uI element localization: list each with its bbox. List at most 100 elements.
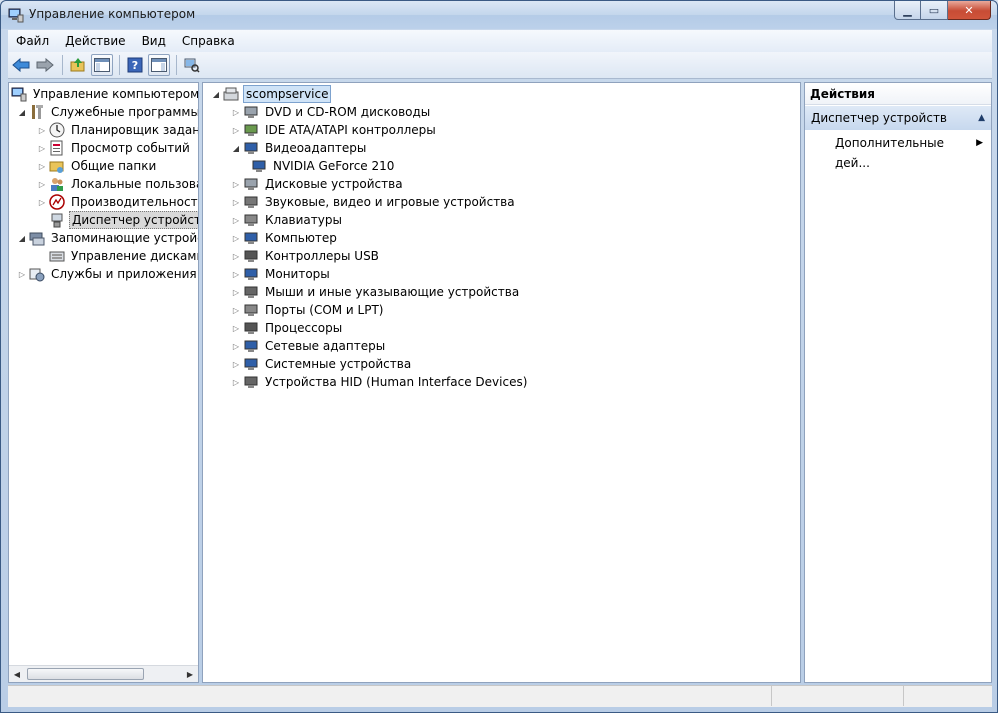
show-hide-console-tree-icon bbox=[94, 58, 110, 72]
collapse-arrow-icon[interactable]: ◢ bbox=[17, 233, 27, 243]
device-category-sound-device[interactable]: ▷ Звуковые, видео и игровые устройства bbox=[231, 193, 517, 211]
show-hide-action-pane-button[interactable] bbox=[148, 54, 170, 76]
toolbar-separator bbox=[62, 55, 63, 75]
back-icon bbox=[12, 58, 30, 72]
expand-arrow-icon[interactable]: ▷ bbox=[231, 233, 241, 243]
help-icon: ? bbox=[127, 57, 143, 73]
device-category-processor[interactable]: ▷ Процессоры bbox=[231, 319, 344, 337]
menu-view[interactable]: Вид bbox=[134, 31, 174, 51]
keyboard-icon bbox=[243, 212, 259, 228]
expand-arrow-icon[interactable]: ▷ bbox=[231, 305, 241, 315]
expand-arrow-icon[interactable]: ▷ bbox=[231, 179, 241, 189]
toolbar-separator bbox=[176, 55, 177, 75]
tree-item-task-scheduler[interactable]: ▷ Планировщик заданий bbox=[37, 121, 198, 139]
device-category-label: Мыши и иные указывающие устройства bbox=[265, 285, 520, 299]
more-actions-label: Дополнительные дей... bbox=[835, 136, 945, 170]
storage-icon bbox=[29, 230, 45, 246]
tree-item-device-manager[interactable]: Диспетчер устройств bbox=[49, 211, 198, 229]
up-folder-icon bbox=[70, 58, 85, 72]
expand-arrow-icon[interactable]: ▷ bbox=[231, 197, 241, 207]
device-category-keyboard[interactable]: ▷ Клавиатуры bbox=[231, 211, 344, 229]
expand-arrow-icon[interactable]: ▷ bbox=[231, 377, 241, 387]
maximize-button[interactable]: ▭ bbox=[921, 1, 948, 20]
device-category-disk-drive[interactable]: ▷ Дисковые устройства bbox=[231, 175, 405, 193]
device-category-monitor[interactable]: ▷ Мониторы bbox=[231, 265, 332, 283]
collapse-arrow-icon[interactable]: ◢ bbox=[17, 107, 27, 117]
expand-arrow-icon[interactable]: ▷ bbox=[231, 287, 241, 297]
tree-item-performance[interactable]: ▷ Производительность bbox=[37, 193, 198, 211]
expand-arrow-icon[interactable]: ▷ bbox=[37, 143, 47, 153]
device-category-label: Дисковые устройства bbox=[265, 177, 403, 191]
menu-action[interactable]: Действие bbox=[57, 31, 133, 51]
expand-arrow-icon[interactable]: ▷ bbox=[37, 161, 47, 171]
processor-icon bbox=[243, 320, 259, 336]
device-category-video-adapter[interactable]: ◢ Видеоадаптеры bbox=[231, 139, 368, 157]
up-button[interactable] bbox=[67, 54, 89, 76]
expand-arrow-icon[interactable]: ▷ bbox=[37, 179, 47, 189]
device-category-dvd-drive[interactable]: ▷ DVD и CD-ROM дисководы bbox=[231, 103, 432, 121]
window-title: Управление компьютером bbox=[29, 7, 196, 21]
expand-arrow-icon[interactable]: ▷ bbox=[37, 125, 47, 135]
tree-item-root[interactable]: Управление компьютером (л bbox=[11, 85, 198, 103]
show-hide-console-tree-button[interactable] bbox=[91, 54, 113, 76]
menu-file[interactable]: Файл bbox=[8, 31, 57, 51]
device-category-label: Звуковые, видео и игровые устройства bbox=[265, 195, 515, 209]
horizontal-scrollbar[interactable]: ◀ ▶ bbox=[9, 665, 198, 682]
device-category-nvidia-gpu[interactable]: NVIDIA GeForce 210 bbox=[251, 157, 396, 175]
status-bar bbox=[8, 685, 992, 707]
expand-arrow-icon[interactable]: ▷ bbox=[231, 341, 241, 351]
collapse-arrow-icon[interactable]: ◢ bbox=[211, 89, 221, 99]
device-category-label: NVIDIA GeForce 210 bbox=[273, 159, 395, 173]
scroll-right-icon[interactable]: ▶ bbox=[182, 666, 198, 682]
device-tree-root[interactable]: ◢ scompservice bbox=[211, 85, 332, 103]
forward-icon bbox=[36, 58, 54, 72]
expand-arrow-icon[interactable]: ▷ bbox=[231, 323, 241, 333]
console-tree-pane: Управление компьютером (л ◢ Служебные пр… bbox=[8, 82, 199, 683]
collapse-up-icon[interactable]: ▲ bbox=[978, 106, 985, 130]
tree-item-shared-folders[interactable]: ▷ Общие папки bbox=[37, 157, 158, 175]
actions-section-device-manager[interactable]: Диспетчер устройств ▲ bbox=[805, 106, 991, 130]
device-category-computer[interactable]: ▷ Компьютер bbox=[231, 229, 339, 247]
expand-arrow-icon[interactable]: ▷ bbox=[231, 215, 241, 225]
expand-arrow-icon[interactable]: ▷ bbox=[231, 125, 241, 135]
close-button[interactable]: ✕ bbox=[948, 1, 991, 20]
expand-arrow-icon[interactable]: ▷ bbox=[17, 269, 27, 279]
computer-management-icon bbox=[8, 7, 24, 23]
more-actions-item[interactable]: Дополнительные дей... ▶ bbox=[805, 133, 991, 170]
device-category-hid-device[interactable]: ▷ Устройства HID (Human Interface Devices… bbox=[231, 373, 529, 391]
help-button[interactable]: ? bbox=[124, 54, 146, 76]
tree-item-services-apps[interactable]: ▷ Службы и приложения bbox=[17, 265, 198, 283]
menu-bar: Файл Действие Вид Справка bbox=[8, 30, 992, 52]
scan-hardware-button[interactable] bbox=[181, 54, 203, 76]
scrollbar-thumb[interactable] bbox=[27, 668, 144, 680]
tree-item-disk-management[interactable]: Управление дисками bbox=[49, 247, 198, 265]
submenu-arrow-icon: ▶ bbox=[976, 138, 983, 148]
back-button[interactable] bbox=[10, 54, 32, 76]
tree-item-storage[interactable]: ◢ Запоминающие устройст bbox=[17, 229, 198, 247]
device-category-usb-controller[interactable]: ▷ Контроллеры USB bbox=[231, 247, 381, 265]
actions-section-label: Диспетчер устройств bbox=[811, 111, 948, 125]
device-category-label: Сетевые адаптеры bbox=[265, 339, 386, 353]
tree-item-system-tools[interactable]: ◢ Служебные программы bbox=[17, 103, 198, 121]
forward-button[interactable] bbox=[34, 54, 56, 76]
scroll-left-icon[interactable]: ◀ bbox=[9, 666, 25, 682]
device-category-network-adapter[interactable]: ▷ Сетевые адаптеры bbox=[231, 337, 387, 355]
expand-arrow-icon[interactable]: ▷ bbox=[231, 251, 241, 261]
device-category-system-device[interactable]: ▷ Системные устройства bbox=[231, 355, 413, 373]
svg-text:?: ? bbox=[132, 59, 138, 72]
device-category-ide-controller[interactable]: ▷ IDE ATA/ATAPI контроллеры bbox=[231, 121, 438, 139]
device-category-mouse[interactable]: ▷ Мыши и иные указывающие устройства bbox=[231, 283, 521, 301]
collapse-arrow-icon[interactable]: ◢ bbox=[231, 143, 241, 153]
device-category-ports[interactable]: ▷ Порты (COM и LPT) bbox=[231, 301, 385, 319]
expand-arrow-icon[interactable]: ▷ bbox=[231, 359, 241, 369]
menu-help[interactable]: Справка bbox=[174, 31, 243, 51]
expand-arrow-icon[interactable]: ▷ bbox=[231, 269, 241, 279]
expand-arrow-icon[interactable]: ▷ bbox=[37, 197, 47, 207]
device-category-label: IDE ATA/ATAPI контроллеры bbox=[265, 123, 436, 137]
title-bar[interactable]: Управление компьютером ▁ ▭ ✕ bbox=[1, 1, 997, 29]
expand-arrow-icon[interactable]: ▷ bbox=[231, 107, 241, 117]
tree-item-event-viewer[interactable]: ▷ Просмотр событий bbox=[37, 139, 192, 157]
device-category-label: Контроллеры USB bbox=[265, 249, 379, 263]
minimize-button[interactable]: ▁ bbox=[894, 1, 921, 20]
tree-item-local-users[interactable]: ▷ Локальные пользовате bbox=[37, 175, 198, 193]
